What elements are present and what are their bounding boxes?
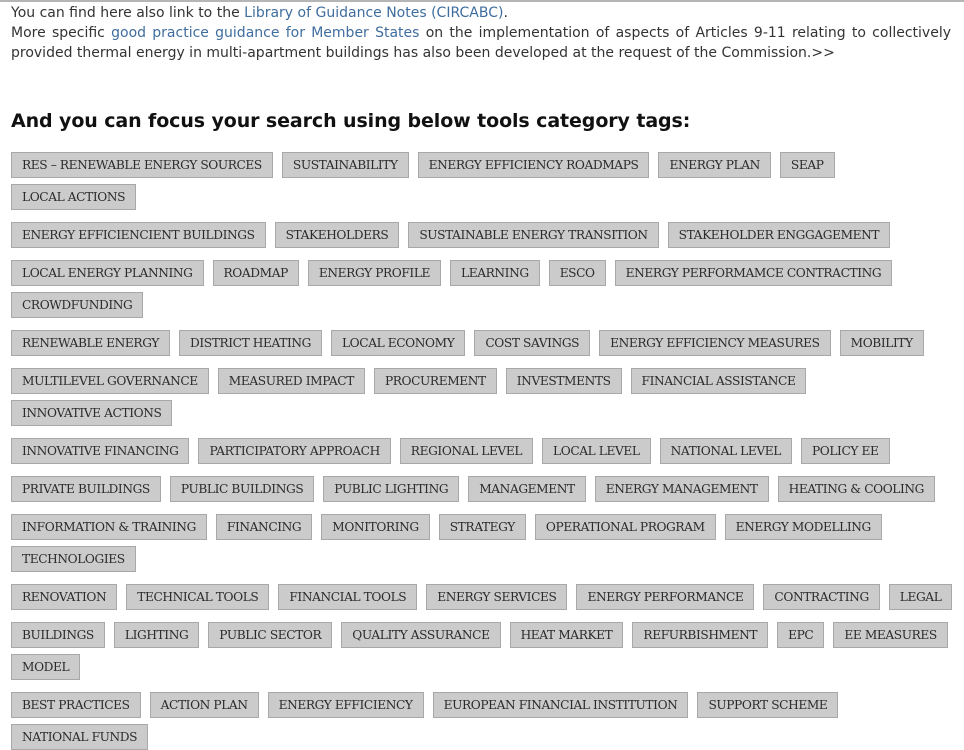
tag-public-lighting[interactable]: PUBLIC LIGHTING (323, 476, 460, 502)
tag-seap[interactable]: SEAP (779, 152, 835, 178)
tag-energy-performance[interactable]: ENERGY PERFORMANCE (576, 584, 755, 610)
tag-action-plan[interactable]: ACTION PLAN (149, 692, 259, 718)
tag-cost-savings[interactable]: COST SAVINGS (474, 330, 591, 356)
tag-legal[interactable]: LEGAL (888, 584, 953, 610)
tag-private-buildings[interactable]: PRIVATE BUILDINGS (11, 476, 161, 502)
tag-policy-ee[interactable]: POLICY EE (800, 438, 890, 464)
tag-procurement[interactable]: PROCUREMENT (373, 368, 497, 394)
tag-res-renewable-energy-sources[interactable]: RES – RENEWABLE ENERGY SOURCES (11, 152, 273, 178)
tag-district-heating[interactable]: DISTRICT HEATING (178, 330, 322, 356)
tag-refurbishment[interactable]: REFURBISHMENT (632, 622, 769, 648)
tag-local-economy[interactable]: LOCAL ECONOMY (330, 330, 466, 356)
good-practice-guidance-link[interactable]: good practice guidance for Member States (111, 25, 419, 41)
tag-energy-management[interactable]: ENERGY MANAGEMENT (594, 476, 769, 502)
tag-technologies[interactable]: TECHNOLOGIES (11, 546, 136, 572)
tag-learning[interactable]: LEARNING (450, 260, 540, 286)
tag-ee-measures[interactable]: EE MEASURES (833, 622, 948, 648)
tag-monitoring[interactable]: MONITORING (321, 514, 430, 540)
tag-strategy[interactable]: STRATEGY (438, 514, 526, 540)
tag-model[interactable]: MODEL (11, 654, 81, 680)
tag-sustainability[interactable]: SUSTAINABILITY (281, 152, 409, 178)
tag-esco[interactable]: ESCO (548, 260, 606, 286)
tag-public-buildings[interactable]: PUBLIC BUILDINGS (169, 476, 315, 502)
tag-crowdfunding[interactable]: CROWDFUNDING (11, 292, 144, 318)
tag-multilevel-governance[interactable]: MULTILEVEL GOVERNANCE (11, 368, 209, 394)
tag-technical-tools[interactable]: TECHNICAL TOOLS (126, 584, 270, 610)
tag-heating-cooling[interactable]: HEATING & COOLING (777, 476, 936, 502)
library-of-guidance-notes-link[interactable]: Library of Guidance Notes (CIRCABC) (244, 5, 503, 21)
tag-innovative-financing[interactable]: INNOVATIVE FINANCING (11, 438, 190, 464)
tag-operational-program[interactable]: OPERATIONAL PROGRAM (534, 514, 716, 540)
tag-measured-impact[interactable]: MEASURED IMPACT (217, 368, 365, 394)
tag-investments[interactable]: INVESTMENTS (505, 368, 622, 394)
tag-local-level[interactable]: LOCAL LEVEL (542, 438, 651, 464)
intro-line-1-suffix: . (503, 5, 508, 21)
tag-stakeholder-enggagement[interactable]: STAKEHOLDER ENGGAGEMENT (667, 222, 891, 248)
tag-financial-assistance[interactable]: FINANCIAL ASSISTANCE (630, 368, 807, 394)
tag-local-energy-planning[interactable]: LOCAL ENERGY PLANNING (11, 260, 204, 286)
tag-lighting[interactable]: LIGHTING (113, 622, 200, 648)
tag-heat-market[interactable]: HEAT MARKET (509, 622, 624, 648)
tag-roadmap[interactable]: ROADMAP (212, 260, 299, 286)
tag-financing[interactable]: FINANCING (215, 514, 313, 540)
tag-national-level[interactable]: NATIONAL LEVEL (659, 438, 792, 464)
tag-support-scheme[interactable]: SUPPORT SCHEME (697, 692, 839, 718)
intro-line-1-prefix: You can find here also link to the (11, 5, 245, 21)
tag-mobility[interactable]: MOBILITY (839, 330, 924, 356)
tag-european-financial-institution[interactable]: EUROPEAN FINANCIAL INSTITUTION (432, 692, 689, 718)
tag-innovative-actions[interactable]: INNOVATIVE ACTIONS (11, 400, 173, 426)
tag-participatory-approach[interactable]: PARTICIPATORY APPROACH (198, 438, 391, 464)
tag-local-actions[interactable]: LOCAL ACTIONS (11, 184, 137, 210)
tag-quality-assurance[interactable]: QUALITY ASSURANCE (341, 622, 501, 648)
tag-energy-efficiencient-buildings[interactable]: ENERGY EFFICIENCIENT BUILDINGS (11, 222, 266, 248)
tag-epc[interactable]: EPC (777, 622, 825, 648)
tag-energy-performamce-contracting[interactable]: ENERGY PERFORMAMCE CONTRACTING (614, 260, 893, 286)
intro-line-1: You can find here also link to the Libra… (11, 3, 951, 23)
tag-information-training[interactable]: INFORMATION & TRAINING (11, 514, 207, 540)
tag-energy-services[interactable]: ENERGY SERVICES (426, 584, 568, 610)
tag-energy-efficiency[interactable]: ENERGY EFFICIENCY (267, 692, 424, 718)
intro-line-2: More specific good practice guidance for… (11, 23, 951, 63)
tag-financial-tools[interactable]: FINANCIAL TOOLS (278, 584, 418, 610)
top-divider (0, 0, 964, 2)
category-tags: RES – RENEWABLE ENERGY SOURCES SUSTAINABI… (11, 152, 961, 750)
intro-text: You can find here also link to the Libra… (11, 3, 951, 63)
tag-energy-profile[interactable]: ENERGY PROFILE (307, 260, 442, 286)
tag-public-sector[interactable]: PUBLIC SECTOR (208, 622, 333, 648)
tag-national-funds[interactable]: NATIONAL FUNDS (11, 724, 149, 750)
tag-regional-level[interactable]: REGIONAL LEVEL (399, 438, 534, 464)
tag-stakeholders[interactable]: STAKEHOLDERS (274, 222, 400, 248)
tag-energy-efficiency-measures[interactable]: ENERGY EFFICIENCY MEASURES (599, 330, 831, 356)
tag-management[interactable]: MANAGEMENT (468, 476, 586, 502)
tag-energy-plan[interactable]: ENERGY PLAN (658, 152, 771, 178)
tag-best-practices[interactable]: BEST PRACTICES (11, 692, 141, 718)
tag-renovation[interactable]: RENOVATION (11, 584, 118, 610)
tag-renewable-energy[interactable]: RENEWABLE ENERGY (11, 330, 170, 356)
tags-heading: And you can focus your search using belo… (11, 110, 691, 132)
tag-buildings[interactable]: BUILDINGS (11, 622, 105, 648)
intro-line-2-prefix: More specific (11, 25, 112, 41)
tag-contracting[interactable]: CONTRACTING (763, 584, 880, 610)
tag-energy-modelling[interactable]: ENERGY MODELLING (724, 514, 882, 540)
tag-energy-efficiency-roadmaps[interactable]: ENERGY EFFICIENCY ROADMAPS (417, 152, 650, 178)
tag-sustainable-energy-transition[interactable]: SUSTAINABLE ENERGY TRANSITION (408, 222, 659, 248)
